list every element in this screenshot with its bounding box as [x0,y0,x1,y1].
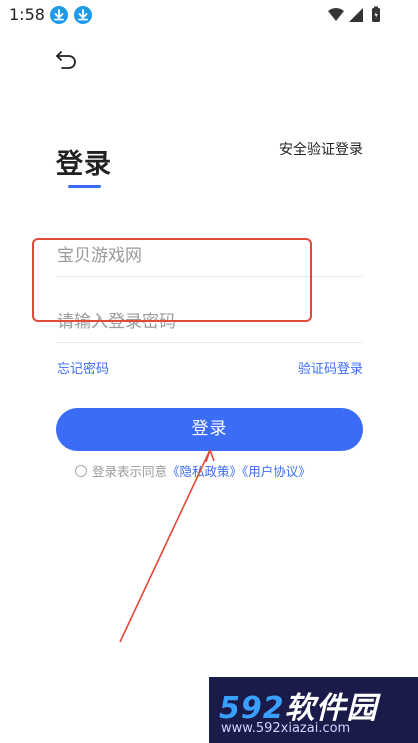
watermark-logo: 592软件园 www.592xiazai.com [209,677,418,743]
watermark-url: www.592xiazai.com [221,721,351,736]
annotation-arrow [119,449,215,643]
